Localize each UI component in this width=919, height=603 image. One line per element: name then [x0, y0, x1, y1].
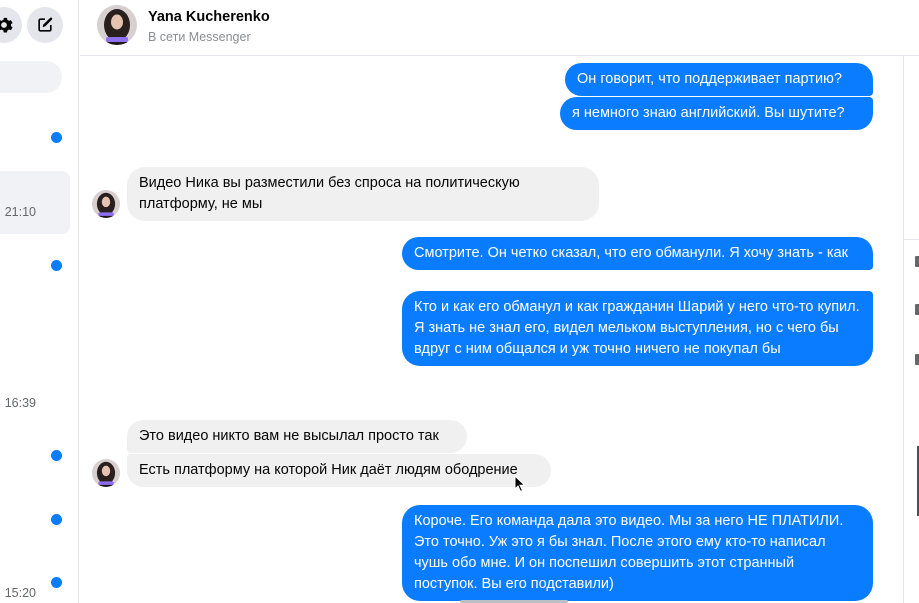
message-outgoing[interactable]: Короче. Его команда дала это видео. Мы з… [402, 505, 873, 601]
contact-status: В сети Messenger [148, 30, 251, 44]
avatar[interactable] [97, 5, 137, 45]
panel-icon [915, 256, 919, 267]
settings-button[interactable] [0, 7, 22, 43]
conversation-time: 15:20 [4, 586, 36, 600]
message-outgoing[interactable]: Кто и как его обманул и как гражданин Ша… [402, 291, 873, 366]
unread-dot [51, 260, 62, 271]
compose-icon [38, 17, 53, 32]
contact-name[interactable]: Yana Kucherenko [148, 9, 270, 25]
panel-icon [915, 354, 919, 365]
new-message-button[interactable] [27, 7, 63, 43]
message-outgoing[interactable]: я немного знаю английский. Вы шутите? [560, 97, 873, 130]
conversation-time: 16:39 [4, 396, 36, 410]
panel-icon [915, 304, 919, 315]
conversation-time: 21:10 [4, 205, 36, 219]
mouse-cursor [514, 475, 526, 493]
unread-dot [51, 450, 62, 461]
divider [904, 239, 919, 240]
message-incoming[interactable]: Видео Ника вы разместили без спроса на п… [127, 167, 599, 221]
message-outgoing[interactable]: Он говорит, что поддерживает партию? [565, 63, 873, 96]
unread-dot [51, 577, 62, 588]
message-incoming[interactable]: Это видео никто вам не высылал просто та… [127, 420, 467, 453]
chat-header: Yana Kucherenko В сети Messenger [80, 0, 919, 56]
info-panel-edge [903, 56, 919, 603]
avatar [92, 459, 120, 487]
message-list: Он говорит, что поддерживает партию? я н… [80, 57, 903, 603]
message-outgoing[interactable]: Смотрите. Он четко сказал, что его обман… [402, 237, 873, 270]
conversation-item-active[interactable] [0, 171, 70, 234]
message-incoming[interactable]: Есть платформу на которой Ник даёт людям… [127, 454, 551, 487]
unread-dot [51, 514, 62, 525]
gear-icon [0, 17, 13, 33]
conversation-sidebar: 21:10 16:39 15:20 [0, 0, 79, 603]
avatar [92, 190, 120, 218]
unread-dot [51, 132, 62, 143]
search-input[interactable] [0, 61, 62, 93]
